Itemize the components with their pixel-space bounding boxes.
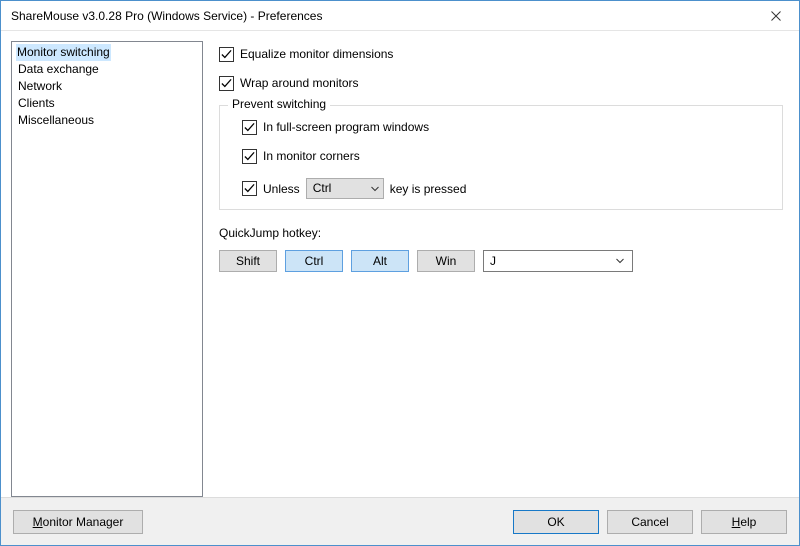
corners-label: In monitor corners	[263, 149, 360, 164]
ok-button[interactable]: OK	[513, 510, 599, 534]
unless-suffix-label: key is pressed	[390, 182, 467, 196]
close-icon	[771, 11, 781, 21]
modifier-shift[interactable]: Shift	[219, 250, 277, 272]
sidebar-item-miscellaneous[interactable]: Miscellaneous	[16, 112, 96, 128]
checkmark-icon	[244, 151, 255, 162]
equalize-label: Equalize monitor dimensions	[240, 47, 393, 62]
fullscreen-checkbox[interactable]	[242, 120, 257, 135]
monitor-manager-label: Monitor Manager	[33, 515, 124, 529]
quickjump-label: QuickJump hotkey:	[219, 226, 783, 240]
window-body: Monitor switching Data exchange Network …	[1, 31, 799, 497]
checkmark-icon	[244, 183, 255, 194]
help-button[interactable]: Help	[701, 510, 787, 534]
fullscreen-label: In full-screen program windows	[263, 120, 429, 135]
equalize-checkbox[interactable]	[219, 47, 234, 62]
wrap-checkbox[interactable]	[219, 76, 234, 91]
prevent-switching-group: Prevent switching In full-screen program…	[219, 105, 783, 210]
modifier-alt[interactable]: Alt	[351, 250, 409, 272]
content-panel: Equalize monitor dimensions Wrap around …	[211, 41, 789, 497]
quickjump-hotkey-row: Shift Ctrl Alt Win J	[219, 250, 783, 272]
corners-row: In monitor corners	[242, 149, 772, 164]
sidebar-item-data-exchange[interactable]: Data exchange	[16, 61, 101, 77]
chevron-down-icon	[612, 258, 628, 264]
corners-checkbox[interactable]	[242, 149, 257, 164]
prevent-group-title: Prevent switching	[228, 97, 330, 111]
unless-checkbox[interactable]	[242, 181, 257, 196]
footer: Monitor Manager OK Cancel Help	[1, 497, 799, 545]
sidebar-item-clients[interactable]: Clients	[16, 95, 57, 111]
sidebar: Monitor switching Data exchange Network …	[11, 41, 203, 497]
checkmark-icon	[221, 78, 232, 89]
checkmark-icon	[244, 122, 255, 133]
unless-key-value: Ctrl	[313, 179, 332, 198]
close-button[interactable]	[753, 1, 799, 31]
titlebar: ShareMouse v3.0.28 Pro (Windows Service)…	[1, 1, 799, 31]
fullscreen-row: In full-screen program windows	[242, 120, 772, 135]
modifier-win[interactable]: Win	[417, 250, 475, 272]
unless-prefix-label: Unless	[263, 182, 300, 196]
modifier-ctrl[interactable]: Ctrl	[285, 250, 343, 272]
unless-row: Unless Ctrl key is pressed	[242, 178, 772, 199]
equalize-row: Equalize monitor dimensions	[219, 47, 783, 62]
window-title: ShareMouse v3.0.28 Pro (Windows Service)…	[11, 9, 753, 23]
chevron-down-icon	[371, 186, 379, 192]
preferences-window: ShareMouse v3.0.28 Pro (Windows Service)…	[0, 0, 800, 546]
monitor-manager-button[interactable]: Monitor Manager	[13, 510, 143, 534]
sidebar-item-network[interactable]: Network	[16, 78, 64, 94]
help-label: Help	[732, 515, 757, 529]
wrap-row: Wrap around monitors	[219, 76, 783, 91]
sidebar-item-monitor-switching[interactable]: Monitor switching	[16, 44, 111, 61]
wrap-label: Wrap around monitors	[240, 76, 359, 91]
checkmark-icon	[221, 49, 232, 60]
quickjump-key-value: J	[490, 254, 496, 268]
unless-key-dropdown[interactable]: Ctrl	[306, 178, 384, 199]
cancel-button[interactable]: Cancel	[607, 510, 693, 534]
quickjump-key-dropdown[interactable]: J	[483, 250, 633, 272]
